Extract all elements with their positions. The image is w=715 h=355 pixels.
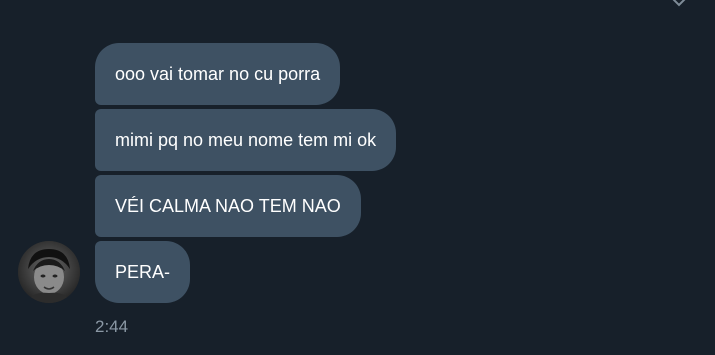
message-text: ooo vai tomar no cu porra xyxy=(115,64,321,84)
message-row: PERA- xyxy=(95,241,396,303)
message-row: mimi pq no meu nome tem mi ok xyxy=(95,109,397,171)
chevron-down-icon[interactable] xyxy=(671,0,687,8)
message-bubble[interactable]: ooo vai tomar no cu porra xyxy=(95,43,341,105)
message-text: VÉI CALMA NAO TEM NAO xyxy=(115,196,341,216)
message-row: ooo vai tomar no cu porra xyxy=(95,43,396,105)
message-thread: ooo vai tomar no cu porra mimi pq no meu… xyxy=(95,43,397,307)
message-bubble[interactable]: mimi pq no meu nome tem mi ok xyxy=(95,109,397,171)
avatar-image xyxy=(18,241,80,303)
message-text: PERA- xyxy=(115,262,171,282)
message-bubble[interactable]: VÉI CALMA NAO TEM NAO xyxy=(95,175,361,237)
timestamp: 2:44 xyxy=(95,317,129,336)
message-bubble[interactable]: PERA- xyxy=(95,241,191,303)
message-text: mimi pq no meu nome tem mi ok xyxy=(115,130,377,150)
avatar[interactable] xyxy=(18,241,80,303)
message-row: VÉI CALMA NAO TEM NAO xyxy=(95,175,396,237)
